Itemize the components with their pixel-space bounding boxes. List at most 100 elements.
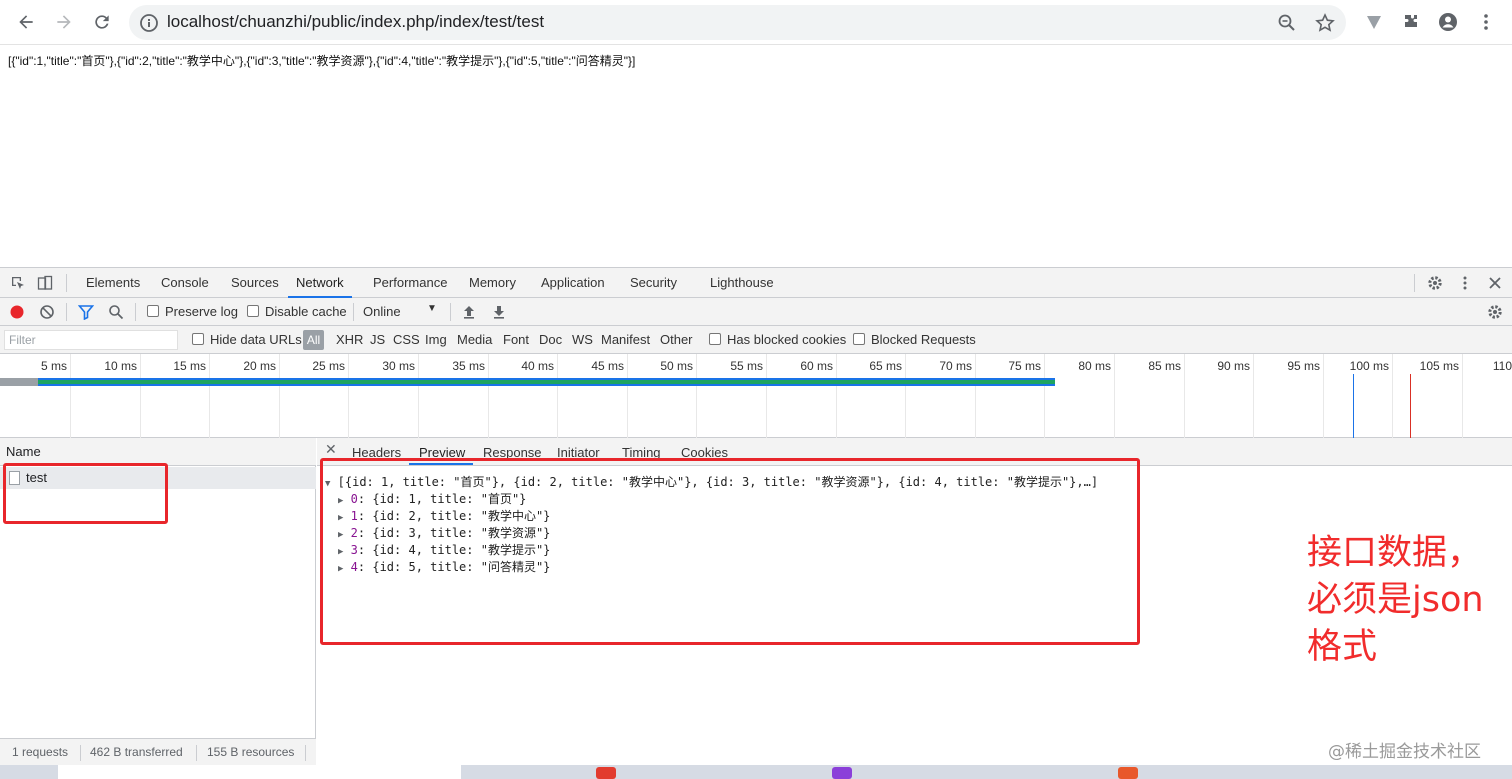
timeline-gridline bbox=[836, 354, 837, 438]
timeline-gridline bbox=[1044, 354, 1045, 438]
tab-memory[interactable]: Memory bbox=[469, 268, 516, 298]
timeline-gridline bbox=[1184, 354, 1185, 438]
filter-other[interactable]: Other bbox=[660, 332, 693, 347]
network-summary-bar: 1 requests 462 B transferred 155 B resou… bbox=[0, 738, 316, 766]
timeline-tick-label: 45 ms bbox=[591, 359, 624, 373]
timeline-tick-label: 80 ms bbox=[1078, 359, 1111, 373]
timeline-tick-label: 25 ms bbox=[312, 359, 345, 373]
extensions-icon[interactable] bbox=[1397, 8, 1425, 36]
settings-gear-icon[interactable] bbox=[1427, 275, 1443, 291]
timeline-tick-label: 10 ms bbox=[104, 359, 137, 373]
timeline-gridline bbox=[140, 354, 141, 438]
timeline-gridline bbox=[348, 354, 349, 438]
clear-icon[interactable] bbox=[39, 304, 55, 320]
filter-js[interactable]: JS bbox=[370, 332, 385, 347]
timeline-gridline bbox=[1253, 354, 1254, 438]
filter-ws[interactable]: WS bbox=[572, 332, 593, 347]
tab-application[interactable]: Application bbox=[541, 268, 605, 298]
vpn-icon[interactable] bbox=[1360, 8, 1388, 36]
timeline-tick-label: 95 ms bbox=[1287, 359, 1320, 373]
filter-css[interactable]: CSS bbox=[393, 332, 420, 347]
tab-elements[interactable]: Elements bbox=[86, 268, 140, 298]
taskbar-app-icon[interactable] bbox=[1118, 767, 1138, 779]
disable-cache-label: Disable cache bbox=[265, 304, 347, 319]
summary-transferred: 462 B transferred bbox=[90, 745, 183, 759]
timeline-tick-label: 20 ms bbox=[243, 359, 276, 373]
export-har-icon[interactable] bbox=[491, 304, 507, 320]
star-icon[interactable] bbox=[1315, 13, 1335, 33]
network-timeline-overview[interactable]: 5 ms 10 ms 15 ms 20 ms 25 ms 30 ms 35 ms 40 ms 4… bbox=[0, 354, 1512, 438]
timeline-tick-label: 55 ms bbox=[730, 359, 763, 373]
reload-icon[interactable] bbox=[88, 8, 116, 36]
preserve-log-checkbox[interactable] bbox=[147, 305, 159, 317]
blocked-requests-label: Blocked Requests bbox=[871, 332, 976, 347]
has-blocked-cookies-checkbox[interactable] bbox=[709, 333, 721, 345]
watermark: @稀土掘金技术社区 bbox=[1328, 742, 1481, 762]
preserve-log-label: Preserve log bbox=[165, 304, 238, 319]
taskbar-app-icon[interactable] bbox=[596, 767, 616, 779]
more-options-icon[interactable] bbox=[1457, 275, 1473, 291]
tab-lighthouse[interactable]: Lighthouse bbox=[710, 268, 774, 298]
record-icon[interactable] bbox=[9, 304, 25, 320]
url-text[interactable]: localhost/chuanzhi/public/index.php/inde… bbox=[167, 12, 544, 32]
timeline-gridline bbox=[627, 354, 628, 438]
throttling-select[interactable]: Online bbox=[363, 304, 401, 319]
tab-console[interactable]: Console bbox=[161, 268, 209, 298]
timeline-gridline bbox=[279, 354, 280, 438]
tab-security[interactable]: Security bbox=[630, 268, 677, 298]
timeline-gridline bbox=[1114, 354, 1115, 438]
filter-input[interactable]: Filter bbox=[4, 330, 178, 350]
filter-doc[interactable]: Doc bbox=[539, 332, 562, 347]
timeline-gridline bbox=[975, 354, 976, 438]
filter-img[interactable]: Img bbox=[425, 332, 447, 347]
filter-all-button[interactable]: All bbox=[303, 330, 324, 350]
inspect-element-icon[interactable] bbox=[10, 275, 26, 291]
tab-sources[interactable]: Sources bbox=[231, 268, 279, 298]
name-column-header[interactable]: Name bbox=[0, 438, 316, 466]
has-blocked-cookies-label: Has blocked cookies bbox=[727, 332, 847, 347]
import-har-icon[interactable] bbox=[461, 304, 477, 320]
address-bar[interactable]: localhost/chuanzhi/public/index.php/inde… bbox=[129, 5, 1346, 40]
timeline-tick-label: 90 ms bbox=[1217, 359, 1250, 373]
annotation-box-preview bbox=[320, 458, 1140, 645]
annotation-note: 接口数据， 必须是json 格式 bbox=[1307, 530, 1507, 671]
tab-network[interactable]: Network bbox=[288, 268, 352, 298]
filter-icon[interactable] bbox=[77, 304, 95, 321]
device-toolbar-icon[interactable] bbox=[37, 275, 53, 291]
hide-data-urls-checkbox[interactable] bbox=[192, 333, 204, 345]
annotation-line: 格式 bbox=[1307, 627, 1378, 667]
timeline-gridline bbox=[766, 354, 767, 438]
timeline-gridline bbox=[696, 354, 697, 438]
menu-dots-icon[interactable] bbox=[1472, 8, 1500, 36]
network-settings-gear-icon[interactable] bbox=[1487, 304, 1503, 320]
timeline-gridline bbox=[418, 354, 419, 438]
timeline-tick-label: 75 ms bbox=[1008, 359, 1041, 373]
disable-cache-checkbox[interactable] bbox=[247, 305, 259, 317]
forward-arrow-icon[interactable] bbox=[50, 8, 78, 36]
annotation-line: 接口数据， bbox=[1307, 533, 1483, 573]
timeline-gridline bbox=[905, 354, 906, 438]
back-arrow-icon[interactable] bbox=[12, 8, 40, 36]
hide-data-urls-label: Hide data URLs bbox=[210, 332, 302, 347]
load-event-marker bbox=[1410, 374, 1411, 438]
filter-font[interactable]: Font bbox=[503, 332, 529, 347]
filter-media[interactable]: Media bbox=[457, 332, 492, 347]
search-icon[interactable] bbox=[108, 304, 124, 320]
timeline-gridline bbox=[1323, 354, 1324, 438]
devtools-tabbar: Elements Console Sources Network Perform… bbox=[0, 268, 1512, 298]
taskbar-search-field[interactable] bbox=[58, 765, 461, 779]
filter-bar: Filter Hide data URLs All XHR JS CSS Img… bbox=[0, 326, 1512, 354]
tab-performance[interactable]: Performance bbox=[373, 268, 447, 298]
info-icon[interactable] bbox=[139, 13, 159, 33]
taskbar-app-icon[interactable] bbox=[832, 767, 852, 779]
blocked-requests-checkbox[interactable] bbox=[853, 333, 865, 345]
close-devtools-icon[interactable] bbox=[1487, 275, 1503, 291]
close-detail-icon[interactable]: ✕ bbox=[325, 442, 337, 458]
zoom-icon[interactable] bbox=[1277, 13, 1297, 33]
profile-icon[interactable] bbox=[1434, 8, 1462, 36]
timeline-tick-label: 65 ms bbox=[869, 359, 902, 373]
chevron-down-icon[interactable]: ▼ bbox=[427, 303, 437, 314]
filter-xhr[interactable]: XHR bbox=[336, 332, 363, 347]
filter-manifest[interactable]: Manifest bbox=[601, 332, 650, 347]
timeline-gridline bbox=[557, 354, 558, 438]
